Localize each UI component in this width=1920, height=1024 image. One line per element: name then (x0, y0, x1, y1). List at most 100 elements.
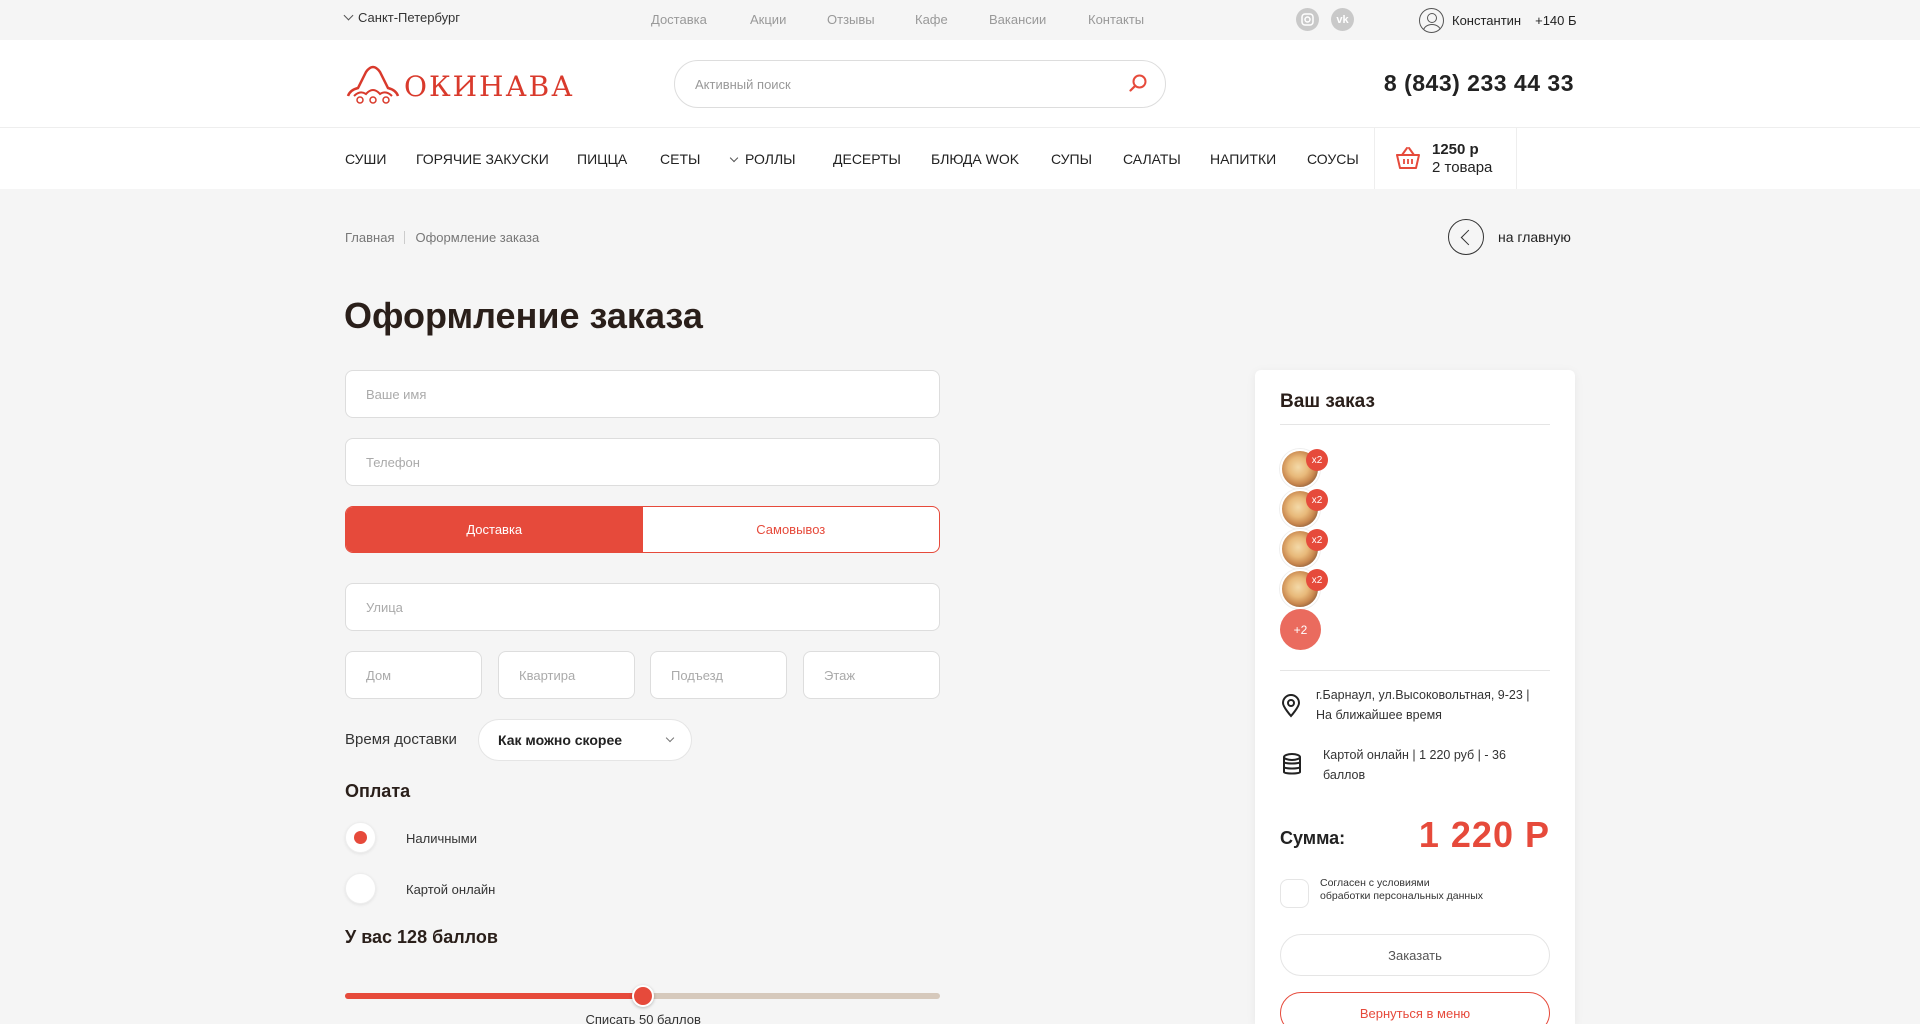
back-to-home-link[interactable]: на главную (1448, 219, 1571, 255)
address-line: г.Барнаул, ул.Высоковольтная, 9-23 | (1316, 688, 1530, 702)
sum-value: 1 220 Р (1418, 814, 1550, 855)
entrance-input[interactable] (651, 652, 786, 698)
category-hot-snacks[interactable]: ГОРЯЧИЕ ЗАКУСКИ (416, 151, 549, 167)
delivery-option[interactable]: Доставка (346, 507, 643, 552)
apartment-field-wrapper (498, 651, 635, 699)
divider (1280, 670, 1550, 671)
top-nav-promotions[interactable]: Акции (750, 12, 786, 27)
points-slider[interactable] (345, 985, 940, 1007)
user-account[interactable]: Константин +140 Б (1419, 8, 1577, 33)
search-icon[interactable] (1129, 74, 1147, 92)
more-items-button[interactable]: +2 (1280, 609, 1321, 650)
consent-line: обработки персональных данных (1320, 890, 1484, 902)
place-order-button[interactable]: Заказать (1280, 934, 1550, 976)
user-points: +140 Б (1535, 13, 1577, 28)
top-bar: Санкт-Петербург Доставка Акции Отзывы Ка… (0, 0, 1920, 40)
delivery-time-value: Как можно скорее (498, 732, 623, 748)
back-to-menu-button[interactable]: Вернуться в меню (1280, 992, 1550, 1024)
item-quantity-badge: x2 (1306, 529, 1328, 551)
delivery-address: г.Барнаул, ул.Высоковольтная, 9-23 | На … (1316, 685, 1546, 725)
category-soups[interactable]: СУПЫ (1051, 151, 1092, 167)
category-wok[interactable]: БЛЮДА WOK (931, 151, 1019, 167)
payment-summary: Картой онлайн | 1 220 руб | - 36 баллов (1323, 745, 1553, 785)
cart-count: 2 товара (1432, 159, 1493, 176)
order-summary-card: Ваш заказ x2 x2 x2 x2 +2 г.Барнаул, ул.В… (1255, 370, 1575, 1024)
phone-field-wrapper (345, 438, 940, 486)
slider-caption: Списать 50 баллов (585, 1012, 701, 1024)
search-box (674, 60, 1166, 108)
house-input[interactable] (346, 652, 481, 698)
category-drinks[interactable]: НАПИТКИ (1210, 151, 1276, 167)
page-title: Оформление заказа (344, 295, 703, 336)
payment-title: Оплата (345, 781, 411, 801)
logo[interactable]: ОКИНАВА (344, 60, 574, 104)
item-quantity-badge: x2 (1306, 489, 1328, 511)
consent-line: Согласен с условиями (1320, 877, 1430, 889)
item-quantity-badge: x2 (1306, 569, 1328, 591)
breadcrumb-divider (404, 231, 406, 244)
header: ОКИНАВА 8 (843) 233 44 33 (0, 40, 1920, 128)
top-nav-delivery[interactable]: Доставка (651, 12, 707, 27)
category-sauces[interactable]: СОУСЫ (1307, 151, 1359, 167)
cart-sum: 1250 р (1432, 141, 1479, 158)
breadcrumb-home[interactable]: Главная (345, 230, 394, 245)
sum-label: Сумма: (1280, 828, 1346, 848)
consent-text: Согласен с условиями обработки персональ… (1320, 877, 1520, 903)
divider (1280, 424, 1550, 425)
top-nav-contacts[interactable]: Контакты (1088, 12, 1144, 27)
entrance-field-wrapper (650, 651, 787, 699)
slider-fill (345, 993, 643, 999)
category-desserts[interactable]: ДЕСЕРТЫ (833, 151, 901, 167)
address-time: На ближайшее время (1316, 708, 1442, 722)
user-name: Константин (1452, 13, 1522, 28)
top-nav-reviews[interactable]: Отзывы (827, 12, 875, 27)
delivery-time-label: Время доставки (345, 731, 457, 748)
instagram-icon[interactable] (1296, 8, 1319, 31)
city-label: Санкт-Петербург (358, 10, 460, 25)
breadcrumb: Главная Оформление заказа (345, 230, 539, 245)
payment-card-label: Картой онлайн (406, 882, 496, 897)
street-field-wrapper (345, 583, 940, 631)
search-input[interactable] (695, 61, 1115, 107)
pickup-option[interactable]: Самовывоз (643, 507, 940, 552)
back-label: на главную (1498, 229, 1571, 245)
delivery-type-toggle: Доставка Самовывоз (345, 506, 940, 553)
category-rolls-label: РОЛЛЫ (745, 151, 796, 167)
points-balance: У вас 128 баллов (345, 927, 498, 947)
payment-cash-radio[interactable] (345, 822, 376, 853)
payment-card-radio[interactable] (345, 873, 376, 904)
vk-icon[interactable]: vk (1331, 8, 1354, 31)
order-title: Ваш заказ (1280, 391, 1375, 412)
phone-number[interactable]: 8 (843) 233 44 33 (1384, 70, 1574, 97)
cart-widget[interactable]: 1250 р 2 товара (1374, 128, 1517, 189)
chevron-down-icon (343, 10, 354, 21)
category-rolls[interactable]: РОЛЛЫ (729, 151, 796, 167)
coins-icon (1283, 753, 1301, 775)
user-icon (1419, 8, 1444, 33)
category-sushi[interactable]: СУШИ (345, 151, 386, 167)
street-input[interactable] (346, 584, 939, 630)
breadcrumb-current: Оформление заказа (415, 230, 540, 245)
pagoda-logo-icon (346, 65, 400, 104)
basket-icon (1396, 147, 1420, 169)
phone-input[interactable] (346, 439, 939, 485)
floor-input[interactable] (804, 652, 939, 698)
payment-line: Картой онлайн | 1 220 руб | - 36 (1323, 748, 1506, 762)
consent-checkbox[interactable] (1280, 879, 1309, 908)
top-nav-cafe[interactable]: Кафе (915, 12, 948, 27)
city-selector[interactable]: Санкт-Петербург (343, 10, 460, 25)
chevron-down-icon (665, 733, 675, 743)
delivery-time-select[interactable]: Как можно скорее (478, 719, 692, 761)
category-sets[interactable]: СЕТЫ (660, 151, 700, 167)
category-salads[interactable]: САЛАТЫ (1123, 151, 1181, 167)
name-input[interactable] (346, 371, 939, 417)
apartment-input[interactable] (499, 652, 634, 698)
house-field-wrapper (345, 651, 482, 699)
top-nav-vacancies[interactable]: Вакансии (989, 12, 1046, 27)
slider-handle[interactable] (632, 985, 654, 1007)
name-field-wrapper (345, 370, 940, 418)
chevron-down-icon (729, 153, 739, 163)
category-pizza[interactable]: ПИЦЦА (577, 151, 627, 167)
floor-field-wrapper (803, 651, 940, 699)
logo-text: ОКИНАВА (404, 69, 575, 103)
